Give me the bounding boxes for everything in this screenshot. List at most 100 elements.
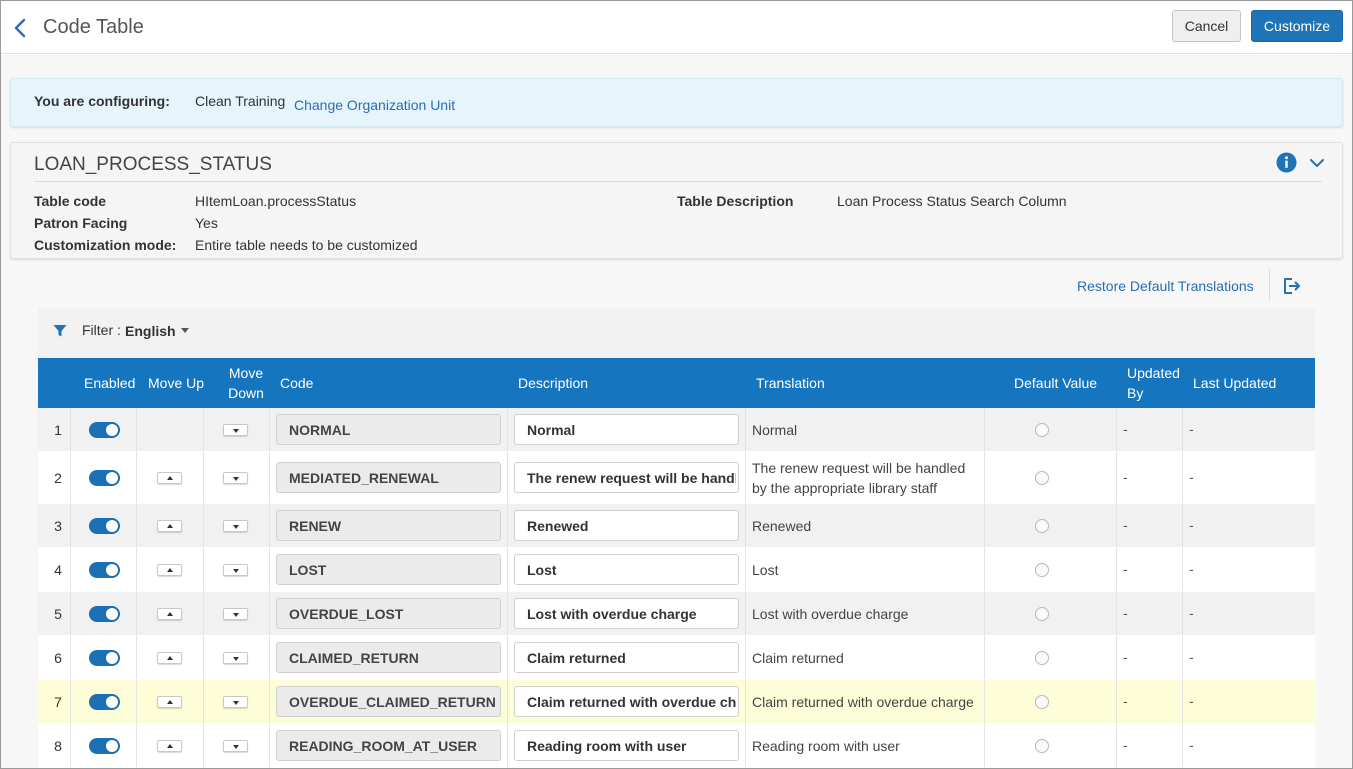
description-input[interactable] (514, 462, 739, 493)
description-input[interactable] (514, 686, 739, 717)
enabled-toggle[interactable] (89, 517, 120, 534)
column-header-default-value[interactable]: Default Value (1014, 358, 1097, 408)
updated-by-value: - (1123, 604, 1128, 621)
move-down-button[interactable] (223, 471, 248, 484)
description-input[interactable] (514, 414, 739, 445)
enabled-toggle[interactable] (89, 421, 120, 438)
column-header-description[interactable]: Description (518, 358, 588, 408)
move-down-button[interactable] (223, 695, 248, 708)
toggle-knob (106, 651, 118, 664)
code-field: NORMAL (276, 414, 501, 445)
change-organization-link[interactable]: Change Organization Unit (294, 97, 455, 113)
column-divider (136, 408, 137, 451)
move-down-button[interactable] (223, 563, 248, 576)
column-header-updated-by[interactable]: Updated By (1127, 358, 1187, 408)
restore-default-translations-link[interactable]: Restore Default Translations (1077, 278, 1254, 294)
column-divider (1182, 592, 1183, 635)
description-input[interactable] (514, 510, 739, 541)
enabled-toggle[interactable] (89, 649, 120, 666)
move-down-button[interactable] (223, 651, 248, 664)
move-up-button[interactable] (157, 519, 182, 532)
translation-text: Lost (752, 562, 779, 578)
filter-icon[interactable] (53, 324, 67, 338)
column-divider (507, 504, 508, 547)
customize-button[interactable]: Customize (1251, 10, 1343, 42)
column-header-enabled[interactable]: Enabled (84, 358, 135, 408)
last-updated-value: - (1189, 560, 1194, 577)
back-arrow-icon[interactable] (11, 16, 29, 40)
description-input[interactable] (514, 598, 739, 629)
default-value-radio[interactable] (1035, 738, 1049, 753)
table-row: 7 OVERDUE_CLAIMED_RETURN Claim returned wi… (38, 680, 1315, 724)
default-value-radio[interactable] (1035, 518, 1049, 533)
column-divider (203, 452, 204, 503)
column-divider (136, 724, 137, 767)
enabled-toggle[interactable] (89, 605, 120, 622)
translation-text: Claim returned with overdue charge (752, 694, 974, 710)
arrow-down-icon (233, 700, 239, 705)
description-input[interactable] (514, 730, 739, 761)
enabled-toggle[interactable] (89, 561, 120, 578)
chevron-down-icon[interactable] (1309, 155, 1325, 171)
arrow-up-icon (167, 655, 173, 660)
move-down-button[interactable] (223, 739, 248, 752)
column-divider (984, 636, 985, 679)
column-divider (507, 452, 508, 503)
code-field: RENEW (276, 510, 501, 541)
move-down-button[interactable] (223, 423, 248, 436)
arrow-down-icon (233, 476, 239, 481)
column-header-move-down[interactable]: Move Down (224, 358, 268, 408)
move-up-button[interactable] (157, 695, 182, 708)
organization-name: Clean Training (195, 93, 286, 109)
column-header-move-up[interactable]: Move Up (148, 358, 204, 408)
toggle-knob (106, 739, 118, 752)
move-up-button[interactable] (157, 563, 182, 576)
export-icon[interactable] (1282, 277, 1301, 295)
updated-by-value: - (1123, 648, 1128, 665)
table-body: 1 NORMAL Normal - - 2 MEDIATED_RENEWAL The rene… (38, 408, 1315, 768)
language-filter-dropdown[interactable]: English (125, 323, 176, 339)
arrow-up-icon (167, 611, 173, 616)
move-down-button[interactable] (223, 607, 248, 620)
description-input[interactable] (514, 642, 739, 673)
row-number: 5 (54, 605, 62, 622)
column-divider (136, 592, 137, 635)
column-divider (1182, 548, 1183, 591)
enabled-toggle[interactable] (89, 737, 120, 754)
table-description-label: Table Description (677, 193, 794, 209)
last-updated-value: - (1189, 736, 1194, 753)
move-up-button[interactable] (157, 651, 182, 664)
move-up-button[interactable] (157, 607, 182, 620)
description-input[interactable] (514, 554, 739, 585)
caret-down-icon[interactable] (181, 328, 189, 333)
row-number: 7 (54, 693, 62, 710)
column-divider (203, 636, 204, 679)
column-divider (984, 592, 985, 635)
default-value-radio[interactable] (1035, 606, 1049, 621)
translation-text: Lost with overdue charge (752, 606, 909, 622)
move-up-button[interactable] (157, 471, 182, 484)
column-header-last-updated[interactable]: Last Updated (1193, 358, 1276, 408)
column-divider (269, 408, 270, 451)
arrow-down-icon (233, 568, 239, 573)
default-value-radio[interactable] (1035, 422, 1049, 437)
patron-facing-label: Patron Facing (34, 215, 128, 231)
code-field: OVERDUE_LOST (276, 598, 501, 629)
default-value-radio[interactable] (1035, 694, 1049, 709)
default-value-radio[interactable] (1035, 470, 1049, 485)
default-value-radio[interactable] (1035, 650, 1049, 665)
column-divider (745, 548, 746, 591)
enabled-toggle[interactable] (89, 469, 120, 486)
column-header-code[interactable]: Code (280, 358, 313, 408)
column-header-translation[interactable]: Translation (756, 358, 825, 408)
configuring-banner: You are configuring: Clean Training Chan… (10, 78, 1343, 127)
move-down-button[interactable] (223, 519, 248, 532)
default-value-radio[interactable] (1035, 562, 1049, 577)
row-number: 3 (54, 517, 62, 534)
cancel-button[interactable]: Cancel (1172, 10, 1241, 42)
enabled-toggle[interactable] (89, 693, 120, 710)
info-icon[interactable] (1276, 152, 1297, 173)
updated-by-value: - (1123, 516, 1128, 533)
updated-by-value: - (1123, 560, 1128, 577)
move-up-button[interactable] (157, 739, 182, 752)
